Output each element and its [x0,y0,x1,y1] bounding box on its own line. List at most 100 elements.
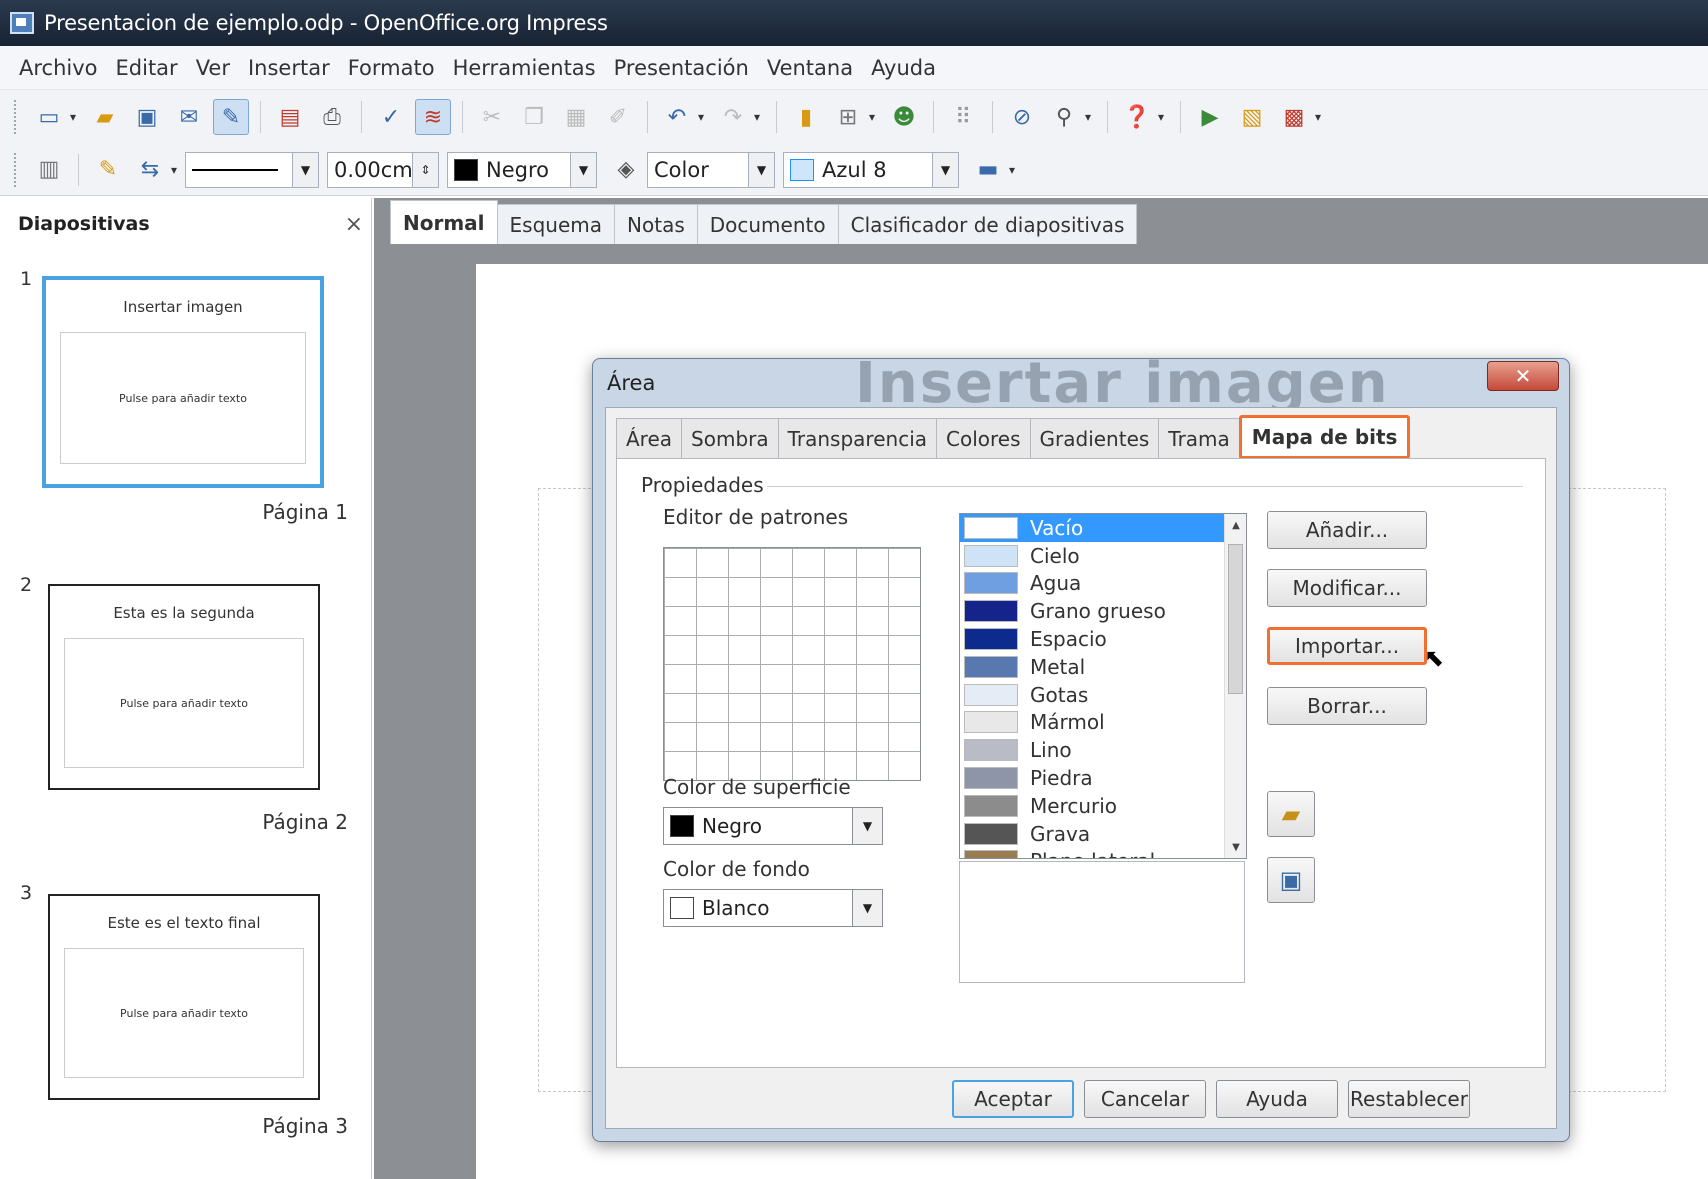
undo-dropdown-icon[interactable]: ▾ [698,110,712,124]
bitmap-list-item[interactable]: Plano lateral [960,848,1246,858]
fill-type-select[interactable]: Color ▼ [647,151,775,188]
undo-icon[interactable]: ↶ [659,99,695,135]
presentation-icon[interactable]: ▩ [1276,99,1312,135]
close-icon[interactable]: ✕ [1487,361,1559,391]
help-icon[interactable]: ❓ [1119,99,1155,135]
scroll-down-icon[interactable]: ▼ [1225,836,1246,858]
zoom-icon[interactable]: ⚲ [1046,99,1082,135]
delete-button[interactable]: Borrar... [1267,687,1427,725]
edit-file-icon[interactable]: ✎ [213,99,249,135]
bitmap-list-item[interactable]: Gotas [960,681,1246,709]
help-button[interactable]: Ayuda [1216,1080,1338,1118]
tab-area[interactable]: Área [616,418,683,458]
add-button[interactable]: Añadir... [1267,511,1427,549]
new-dropdown-icon[interactable]: ▾ [70,110,84,124]
line-color-select[interactable]: Negro ▼ [447,151,597,188]
slide-design-icon[interactable]: ▧ [1234,99,1270,135]
close-icon[interactable]: × [345,212,363,237]
tab-documento[interactable]: Documento [696,204,839,244]
slide-thumbnail[interactable]: Este es el texto final Pulse para añadir… [48,894,320,1100]
export-pdf-icon[interactable]: ▤ [272,99,308,135]
tab-gradientes[interactable]: Gradientes [1029,418,1160,458]
arrow-style-dropdown-icon[interactable]: ▾ [171,163,185,177]
tab-mapa-de-bits[interactable]: Mapa de bits [1238,415,1411,459]
scroll-up-icon[interactable]: ▲ [1225,514,1246,536]
toolbar-overflow-icon-2[interactable]: ▾ [1315,110,1329,124]
bitmap-list-item[interactable]: Lino [960,736,1246,764]
tab-clasificador[interactable]: Clasificador de diapositivas [837,204,1138,244]
bitmap-list-item[interactable]: Vacío [960,514,1246,542]
bitmap-list-item[interactable]: Mercurio [960,792,1246,820]
background-color-select[interactable]: Blanco ▼ [663,889,883,927]
ok-button[interactable]: Aceptar [952,1080,1074,1118]
arrow-style-icon[interactable]: ⇆ [132,152,168,188]
reset-button[interactable]: Restablecer [1348,1080,1470,1118]
menu-ver[interactable]: Ver [187,52,239,84]
tab-notas[interactable]: Notas [614,204,698,244]
scroll-thumb[interactable] [1228,544,1243,694]
chevron-down-icon[interactable]: ▼ [748,152,774,187]
chevron-down-icon[interactable]: ▼ [852,890,882,926]
fontwork-icon[interactable]: ☻ [886,99,922,135]
menu-ventana[interactable]: Ventana [758,52,862,84]
tab-trama[interactable]: Trama [1158,418,1240,458]
chevron-down-icon[interactable]: ▼ [932,152,958,187]
line-width-field[interactable]: 0.00cm ⇕ [327,151,439,188]
grid-icon[interactable]: ⠿ [945,99,981,135]
bitmap-list-item[interactable]: Agua [960,570,1246,598]
shadow-icon[interactable]: ▬ [970,152,1006,188]
toolbar-grip[interactable] [14,152,20,187]
bitmap-list-item[interactable]: Grava [960,820,1246,848]
pattern-editor-grid[interactable] [663,547,921,781]
spellcheck-icon[interactable]: ✓ [373,99,409,135]
table-dropdown-icon[interactable]: ▾ [869,110,883,124]
bitmap-list-item[interactable]: Cielo [960,542,1246,570]
redo-dropdown-icon[interactable]: ▾ [754,110,768,124]
menu-formato[interactable]: Formato [339,52,444,84]
navigator-icon[interactable]: ⊘ [1004,99,1040,135]
menu-insertar[interactable]: Insertar [239,52,339,84]
bitmap-list-item[interactable]: Piedra [960,764,1246,792]
zoom-dropdown-icon[interactable]: ▾ [1085,110,1099,124]
slide-thumbnail[interactable]: Insertar imagen Pulse para añadir texto [42,276,324,488]
bitmap-list-item[interactable]: Mármol [960,709,1246,737]
cancel-button[interactable]: Cancelar [1084,1080,1206,1118]
redo-icon[interactable]: ↷ [715,99,751,135]
menu-herramientas[interactable]: Herramientas [444,52,605,84]
tab-esquema[interactable]: Esquema [496,204,616,244]
cut-icon[interactable]: ✂ [474,99,510,135]
toolbar-overflow-icon[interactable]: ▾ [1158,110,1172,124]
modify-button[interactable]: Modificar... [1267,569,1427,607]
save-icon[interactable]: ▣ [129,99,165,135]
email-icon[interactable]: ✉ [171,99,207,135]
tab-colores[interactable]: Colores [936,418,1031,458]
new-document-icon[interactable]: ▭ [31,99,67,135]
fill-color-select[interactable]: Azul 8 ▼ [783,151,959,188]
print-icon[interactable]: ⎙ [314,99,350,135]
chart-icon[interactable]: ▮ [788,99,824,135]
paste-icon[interactable]: ▦ [558,99,594,135]
slide-thumbnail[interactable]: Esta es la segunda Pulse para añadir tex… [48,584,320,790]
import-button[interactable]: Importar... [1267,627,1427,665]
menu-archivo[interactable]: Archivo [10,52,107,84]
menu-presentacion[interactable]: Presentación [605,52,758,84]
chevron-down-icon[interactable]: ▼ [852,808,882,844]
clone-format-icon[interactable]: ✐ [600,99,636,135]
styles-icon[interactable]: ▥ [31,152,67,188]
menu-editar[interactable]: Editar [107,52,187,84]
toolbar-overflow-icon-3[interactable]: ▾ [1009,163,1023,177]
load-bitmap-list-icon[interactable]: ▰ [1267,791,1315,837]
toolbar-grip[interactable] [14,100,20,134]
save-bitmap-list-icon[interactable]: ▣ [1267,857,1315,903]
chevron-down-icon[interactable]: ▼ [292,152,318,187]
spin-icon[interactable]: ⇕ [412,152,438,187]
table-icon[interactable]: ⊞ [830,99,866,135]
bitmap-list-item[interactable]: Espacio [960,625,1246,653]
chevron-down-icon[interactable]: ▼ [570,152,596,187]
bitmap-list-item[interactable]: Grano grueso [960,597,1246,625]
line-icon[interactable]: ✎ [90,152,126,188]
tab-normal[interactable]: Normal [390,200,498,244]
surface-color-select[interactable]: Negro ▼ [663,807,883,845]
autospellcheck-icon[interactable]: ≋ [415,99,451,135]
line-style-select[interactable]: ▼ [185,151,319,188]
